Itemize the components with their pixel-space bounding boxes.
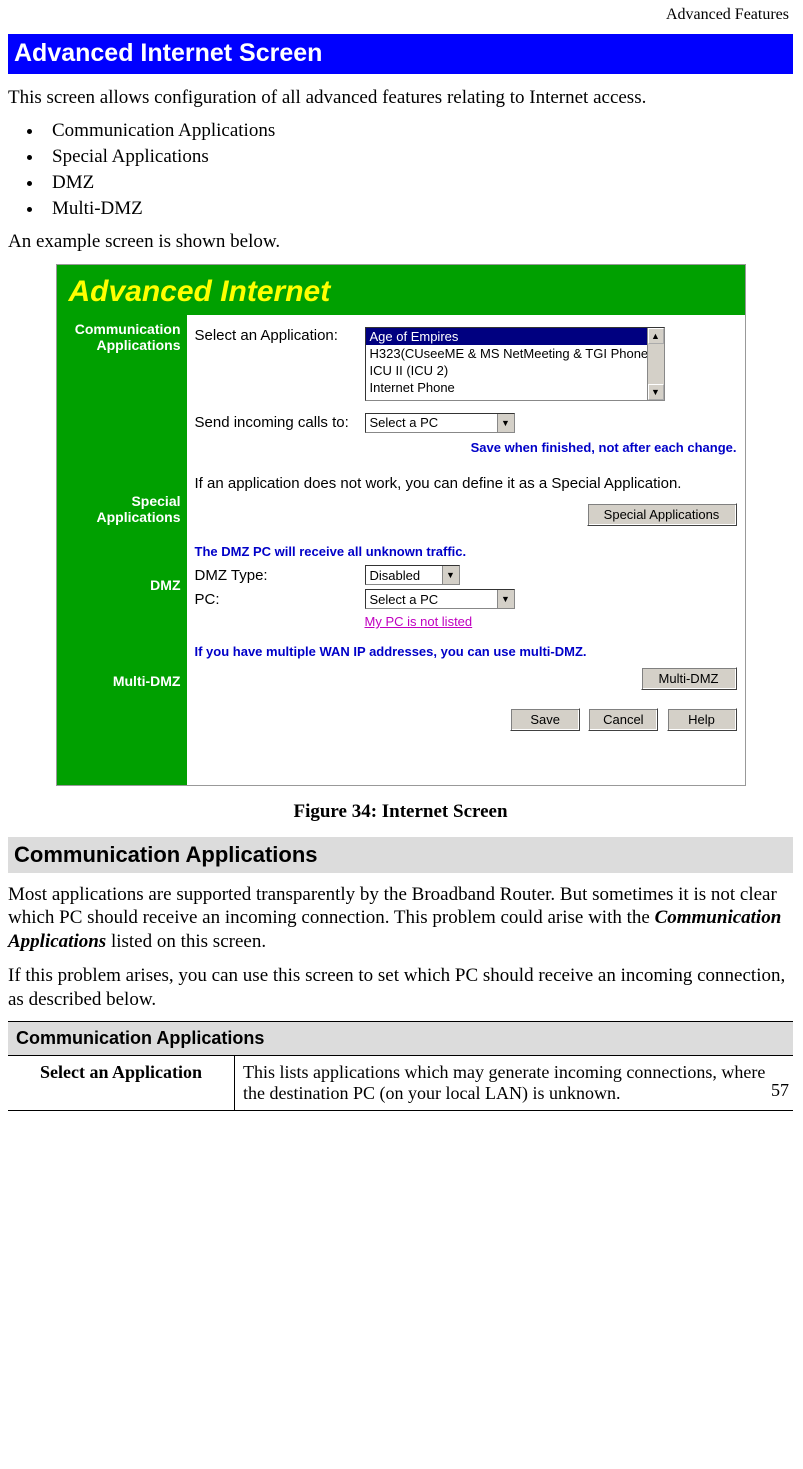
chevron-down-icon: ▼ [497, 414, 514, 432]
dmz-type-label: DMZ Type: [195, 567, 365, 584]
dmz-note: The DMZ PC will receive all unknown traf… [195, 544, 737, 559]
scroll-up-icon[interactable]: ▲ [648, 328, 664, 344]
table-row: Select an Application This lists applica… [8, 1056, 793, 1111]
definitions-table: Communication Applications Select an App… [8, 1021, 793, 1111]
save-note: Save when finished, not after each chang… [471, 440, 737, 455]
list-item: Special Applications [44, 146, 793, 168]
intro-paragraph: This screen allows configuration of all … [8, 86, 793, 110]
dmz-type-value: Disabled [370, 568, 421, 583]
application-listbox[interactable]: Age of Empires H323(CUseeME & MS NetMeet… [365, 327, 665, 401]
screenshot-figure: Advanced Internet Communication Applicat… [56, 264, 746, 786]
send-calls-label: Send incoming calls to: [195, 414, 365, 431]
list-item: DMZ [44, 172, 793, 194]
scrollbar[interactable]: ▲ ▼ [647, 328, 664, 400]
list-item: Multi-DMZ [44, 198, 793, 220]
save-button[interactable]: Save [510, 708, 580, 731]
table-key: Select an Application [8, 1056, 235, 1111]
list-option[interactable]: Internet Phone [366, 379, 664, 396]
pc-select-value: Select a PC [370, 415, 439, 430]
section-heading: Communication Applications [8, 837, 793, 873]
scroll-down-icon[interactable]: ▼ [648, 384, 664, 400]
chevron-down-icon: ▼ [442, 566, 459, 584]
list-option[interactable]: Age of Empires [366, 328, 664, 345]
section-header: Advanced Features [8, 0, 793, 28]
pc-select[interactable]: Select a PC ▼ [365, 413, 515, 433]
multi-dmz-button[interactable]: Multi-DMZ [641, 667, 737, 690]
feature-list: Communication Applications Special Appli… [8, 120, 793, 220]
list-option[interactable]: H323(CUseeME & MS NetMeeting & TGI Phone… [366, 345, 664, 362]
sidebar-item-dmz: DMZ [63, 577, 181, 593]
table-header: Communication Applications [8, 1022, 793, 1056]
my-pc-not-listed-link[interactable]: My PC is not listed [365, 614, 473, 629]
special-text: If an application does not work, you can… [195, 474, 737, 494]
sidebar-item-communication: Communication Applications [63, 321, 181, 353]
example-line: An example screen is shown below. [8, 230, 793, 254]
sidebar-item-special: Special Applications [63, 493, 181, 525]
select-app-label: Select an Application: [195, 327, 365, 344]
body-paragraph: Most applications are supported transpar… [8, 883, 793, 954]
pc-label: PC: [195, 591, 365, 608]
special-applications-button[interactable]: Special Applications [587, 503, 737, 526]
multi-dmz-note: If you have multiple WAN IP addresses, y… [195, 644, 737, 659]
page-title-bar: Advanced Internet Screen [8, 34, 793, 74]
dmz-type-select[interactable]: Disabled ▼ [365, 565, 460, 585]
list-item: Communication Applications [44, 120, 793, 142]
dmz-pc-select[interactable]: Select a PC ▼ [365, 589, 515, 609]
sidebar-item-multi-dmz: Multi-DMZ [63, 673, 181, 689]
body-paragraph: If this problem arises, you can use this… [8, 964, 793, 1012]
cancel-button[interactable]: Cancel [588, 708, 658, 731]
table-value: This lists applications which may genera… [235, 1056, 794, 1111]
figure-caption: Figure 34: Internet Screen [8, 801, 793, 823]
help-button[interactable]: Help [667, 708, 737, 731]
list-option[interactable]: ICU II (ICU 2) [366, 362, 664, 379]
figure-title: Advanced Internet [57, 265, 745, 315]
page-number: 57 [771, 1080, 789, 1101]
chevron-down-icon: ▼ [497, 590, 514, 608]
dmz-pc-value: Select a PC [370, 592, 439, 607]
